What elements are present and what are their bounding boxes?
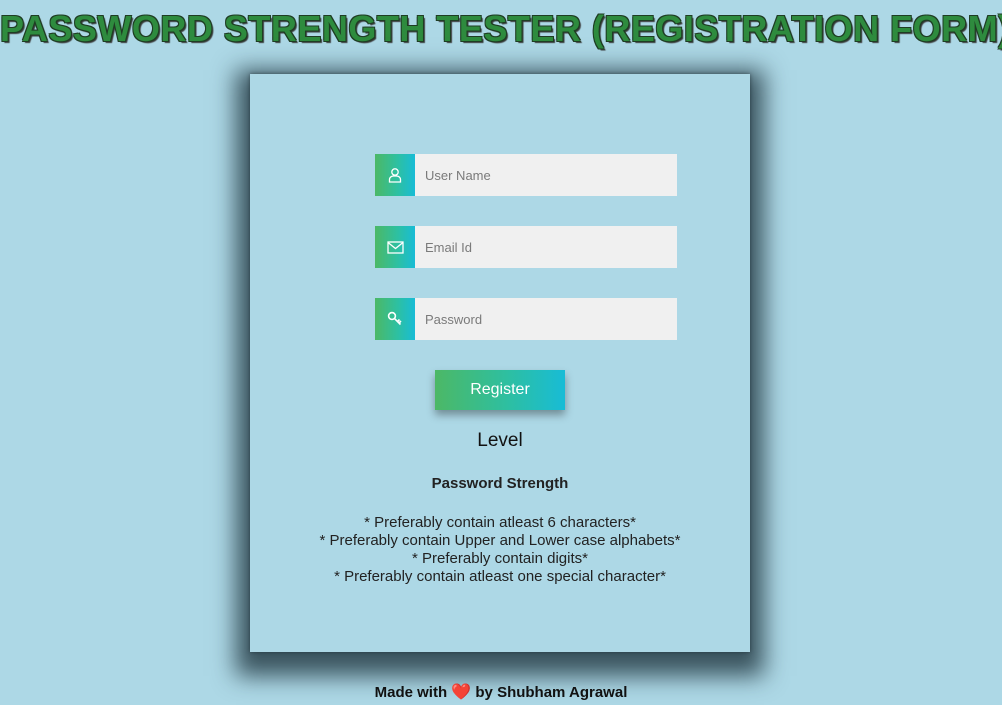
username-field <box>375 154 677 196</box>
strength-level-label: Level <box>477 430 523 451</box>
rule-item: * Preferably contain Upper and Lower cas… <box>319 532 681 549</box>
key-icon <box>375 298 415 340</box>
rule-item: * Preferably contain atleast 6 character… <box>364 514 636 531</box>
password-rules-list: * Preferably contain atleast 6 character… <box>250 514 750 586</box>
footer-prefix: Made with <box>374 684 448 701</box>
password-strength-title: Password Strength <box>431 475 569 492</box>
rule-item: * Preferably contain digits* <box>412 550 588 567</box>
footer-author: by Shubham Agrawal <box>475 684 628 701</box>
user-icon <box>375 154 415 196</box>
page-title: PASSWORD STRENGTH TESTER (REGISTRATION F… <box>0 8 1002 49</box>
username-input[interactable] <box>415 154 677 196</box>
footer-credit: Made with ❤️ by Shubham Agrawal <box>0 682 1002 702</box>
envelope-icon <box>375 226 415 268</box>
registration-card: Register Level Password Strength * Prefe… <box>250 74 750 652</box>
heart-icon: ❤️ <box>451 684 472 701</box>
password-input[interactable] <box>415 298 677 340</box>
password-field <box>375 298 677 340</box>
register-button[interactable]: Register <box>435 370 565 410</box>
email-input[interactable] <box>415 226 677 268</box>
email-field <box>375 226 677 268</box>
rule-item: * Preferably contain atleast one special… <box>334 568 666 585</box>
